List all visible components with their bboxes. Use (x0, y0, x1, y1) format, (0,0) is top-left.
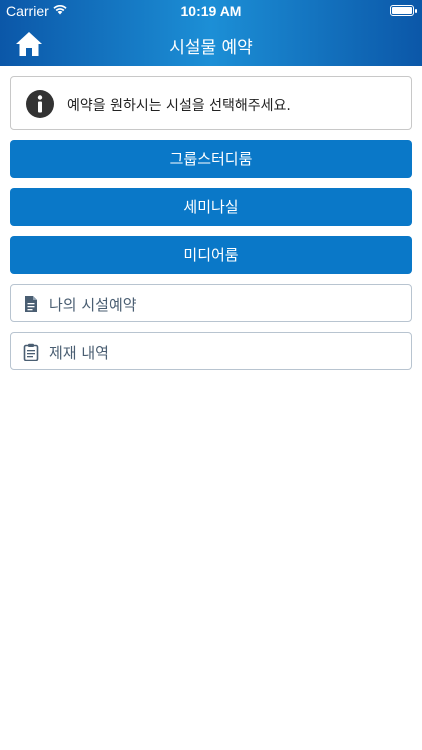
document-icon (25, 296, 37, 312)
status-bar: Carrier 10:19 AM (0, 0, 422, 22)
page-title: 시설물 예약 (169, 38, 253, 58)
info-icon (26, 90, 54, 118)
nav-bar: 시설물 예약 (0, 22, 422, 66)
notice-text: 예약을 원하시는 시설을 선택해주세요. (67, 98, 291, 114)
app-header: Carrier 10:19 AM 시설물 예약 (0, 0, 422, 66)
my-reservations-button[interactable]: 나의 시설예약 (10, 284, 412, 322)
media-room-button[interactable]: 미디어룸 (10, 236, 412, 274)
group-study-room-button[interactable]: 그룹스터디룸 (10, 140, 412, 178)
seminar-room-button[interactable]: 세미나실 (10, 188, 412, 226)
main-content: 예약을 원하시는 시설을 선택해주세요. 그룹스터디룸 세미나실 미디어룸 나의… (10, 76, 412, 370)
status-time: 10:19 AM (180, 3, 242, 19)
my-reservations-label: 나의 시설예약 (49, 296, 137, 314)
clipboard-icon (23, 343, 39, 361)
sanctions-label: 제재 내역 (49, 344, 109, 362)
sanctions-button[interactable]: 제재 내역 (10, 332, 412, 370)
battery-icon (390, 5, 417, 16)
notice-box: 예약을 원하시는 시설을 선택해주세요. (10, 76, 412, 130)
